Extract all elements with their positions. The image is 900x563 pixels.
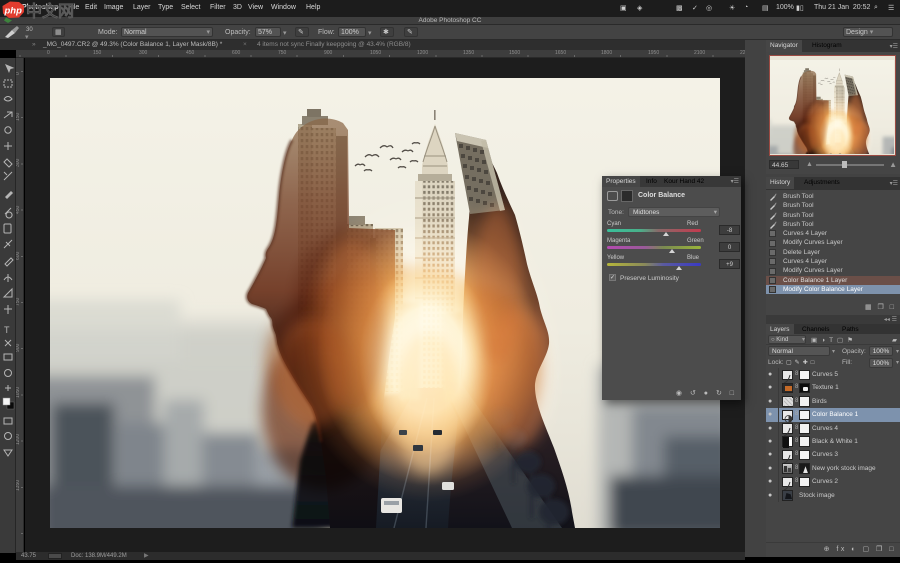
svg-text:T: T — [4, 325, 10, 335]
svg-text:php: php — [4, 6, 23, 17]
svg-text:中文网: 中文网 — [26, 2, 74, 21]
